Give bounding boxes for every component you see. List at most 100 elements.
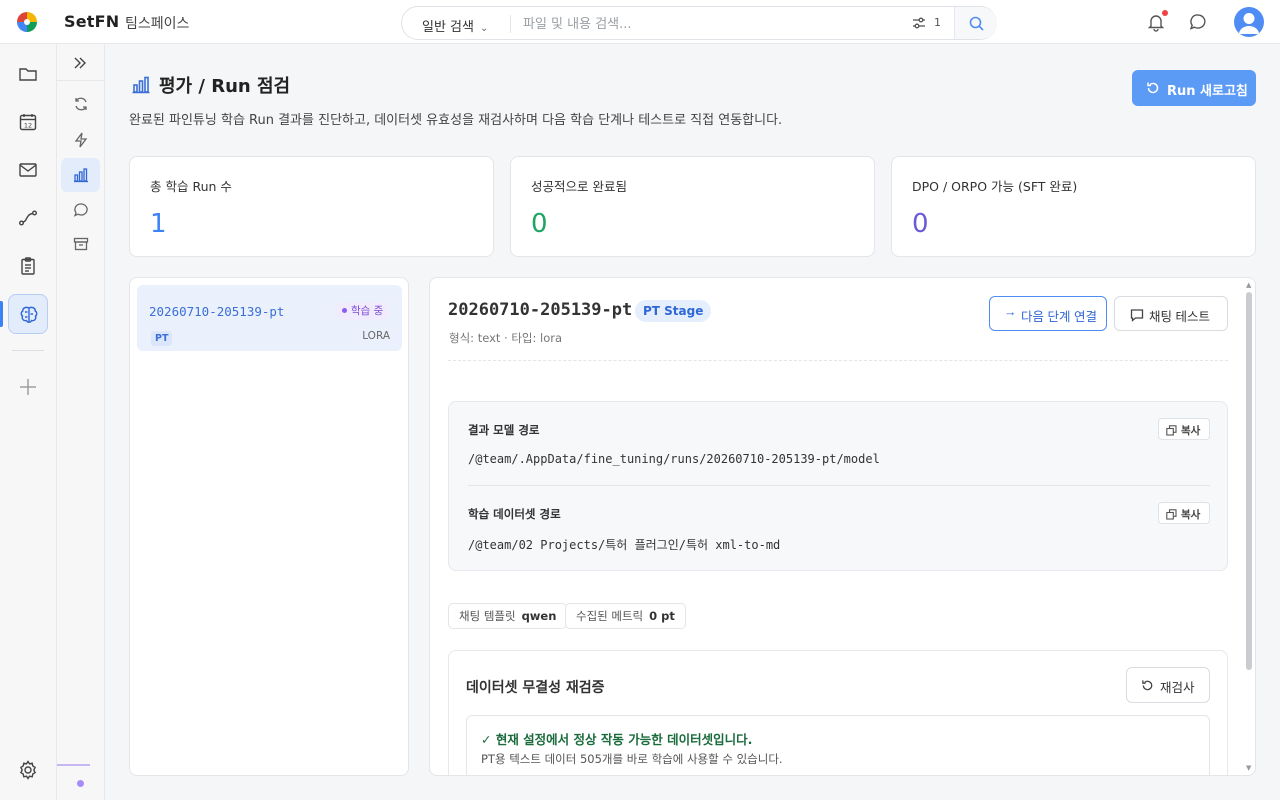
notification-dot	[1162, 10, 1168, 16]
run-refresh-button[interactable]: Run 새로고침	[1132, 70, 1256, 106]
search-mode-select[interactable]: 일반 검색 ⌄	[422, 16, 488, 35]
recheck-button[interactable]: 재검사	[1126, 667, 1210, 703]
copy-icon	[1166, 509, 1177, 520]
avatar[interactable]	[1234, 7, 1264, 37]
copy-icon	[1166, 425, 1177, 436]
app-rail: 12	[0, 44, 57, 800]
plus-icon	[20, 379, 36, 395]
run-stage-tag: PT	[151, 331, 173, 346]
next-stage-button[interactable]: → 다음 단계 연결	[989, 296, 1107, 331]
run-list: 20260710-205139-pt 학습 중 PT LORA	[129, 277, 409, 776]
copy-label: 복사	[1181, 509, 1201, 521]
search-icon	[969, 16, 984, 31]
scrollbar-thumb[interactable]	[1246, 292, 1252, 670]
stat-card-completed: 성공적으로 완료됨 0	[510, 156, 875, 257]
validation-desc: PT용 텍스트 데이터 505개를 바로 학습에 사용할 수 있습니다.	[481, 752, 783, 766]
sub-nav-chat[interactable]	[61, 193, 100, 227]
page-title: 평가 / Run 점검	[131, 72, 290, 98]
rail-item-settings[interactable]	[8, 750, 48, 790]
chip-value: 0 pt	[649, 609, 675, 623]
flow-icon	[19, 210, 37, 226]
workspace-name[interactable]: 팀스페이스	[125, 13, 189, 33]
chat-icon	[1130, 309, 1144, 322]
run-list-item[interactable]: 20260710-205139-pt 학습 중 PT LORA	[137, 285, 402, 351]
stat-value: 0	[531, 209, 548, 239]
stage-badge: PT Stage	[635, 300, 712, 322]
chip-label: 수집된 메트릭	[576, 609, 644, 623]
refresh-icon	[1142, 680, 1153, 691]
rail-item-add[interactable]	[8, 367, 48, 407]
model-path-label: 결과 모델 경로	[468, 423, 540, 437]
run-detail-title: 20260710-205139-pt	[448, 300, 633, 320]
section-divider	[448, 360, 1228, 361]
model-path-value: /@team/.AppData/fine_tuning/runs/2026071…	[468, 452, 880, 466]
rail-item-calendar[interactable]: 12	[8, 102, 48, 142]
run-type: LORA	[362, 330, 390, 342]
sub-nav-training[interactable]	[61, 123, 100, 157]
rail-item-files[interactable]	[8, 54, 48, 94]
filter-button[interactable]: 1	[912, 15, 946, 33]
stat-value: 0	[912, 209, 929, 239]
lightning-icon	[74, 132, 88, 148]
filter-count: 1	[934, 16, 941, 29]
rail-active-indicator	[0, 301, 3, 327]
stat-value: 1	[150, 209, 167, 239]
run-meta: 형식: text · 타입: lora	[449, 331, 563, 345]
rail-item-mail[interactable]	[8, 150, 48, 190]
run-refresh-label: Run 새로고침	[1167, 84, 1248, 99]
chevron-down-icon: ⌄	[479, 23, 489, 34]
archive-icon	[73, 237, 89, 251]
rail-item-ai-training[interactable]	[8, 294, 48, 334]
sub-rail-progress	[57, 764, 90, 766]
calendar-icon: 12	[19, 114, 37, 131]
chart-icon	[132, 76, 150, 94]
scroll-up-arrow[interactable]: ▲	[1246, 281, 1251, 289]
sync-icon	[75, 97, 87, 111]
copy-model-path-button[interactable]: 복사	[1158, 418, 1210, 440]
search-bar: 일반 검색 ⌄ 1	[401, 6, 997, 40]
search-mode-label: 일반 검색	[422, 20, 474, 35]
rail-divider	[12, 350, 44, 351]
sub-nav-rail	[57, 44, 105, 800]
stat-card-total-runs: 총 학습 Run 수 1	[129, 156, 494, 257]
run-status-text: 학습 중	[351, 305, 384, 317]
rail-item-tasks[interactable]	[8, 246, 48, 286]
chip-value: qwen	[521, 609, 557, 623]
status-dot	[77, 780, 84, 787]
sub-nav-archive[interactable]	[61, 227, 100, 261]
run-detail-panel: 20260710-205139-pt PT Stage 형식: text · 타…	[429, 277, 1256, 776]
next-stage-label: 다음 단계 연결	[1021, 310, 1097, 324]
rail-item-workflow[interactable]	[8, 198, 48, 238]
user-icon	[1239, 13, 1259, 34]
stat-label: DPO / ORPO 가능 (SFT 완료)	[912, 179, 1078, 194]
search-button[interactable]	[954, 7, 997, 39]
copy-label: 복사	[1181, 425, 1201, 437]
chip-label: 채팅 템플릿	[459, 609, 516, 623]
chat-test-label: 채팅 테스트	[1149, 310, 1210, 324]
dataset-path-value: /@team/02 Projects/특허 플러그인/특허 xml-to-md	[468, 538, 781, 552]
settings-icon	[19, 760, 37, 780]
calendar-day: 12	[24, 122, 32, 130]
validation-result: ✓ 현재 설정에서 정상 작동 가능한 데이터셋입니다. PT용 텍스트 데이터…	[466, 715, 1210, 775]
chat-test-button[interactable]: 채팅 테스트	[1114, 296, 1228, 331]
sub-nav-runs[interactable]	[61, 87, 100, 121]
sliders-icon	[913, 17, 925, 29]
integrity-title: 데이터셋 무결성 재검증	[466, 680, 605, 696]
logo-icon	[17, 12, 37, 32]
scroll-down-arrow[interactable]: ▼	[1246, 764, 1251, 772]
chat-template-chip: 채팅 템플릿 qwen	[448, 603, 568, 629]
folder-icon	[19, 68, 37, 81]
path-panel: 결과 모델 경로 복사 /@team/.AppData/fine_tuning/…	[448, 401, 1228, 571]
metrics-chip: 수집된 메트릭 0 pt	[565, 603, 686, 629]
sub-nav-evaluation[interactable]	[61, 158, 100, 192]
status-dot	[342, 308, 347, 313]
brain-icon	[20, 306, 38, 323]
arrow-right-icon: →	[1004, 305, 1017, 319]
stat-label: 총 학습 Run 수	[150, 179, 232, 194]
search-input[interactable]	[523, 14, 903, 34]
brand-name: SetFN	[64, 12, 120, 31]
copy-dataset-path-button[interactable]: 복사	[1158, 502, 1210, 524]
run-status-badge: 학습 중	[335, 302, 391, 320]
chat-icon[interactable]	[1188, 12, 1208, 32]
expand-sidebar-button[interactable]	[57, 44, 104, 81]
